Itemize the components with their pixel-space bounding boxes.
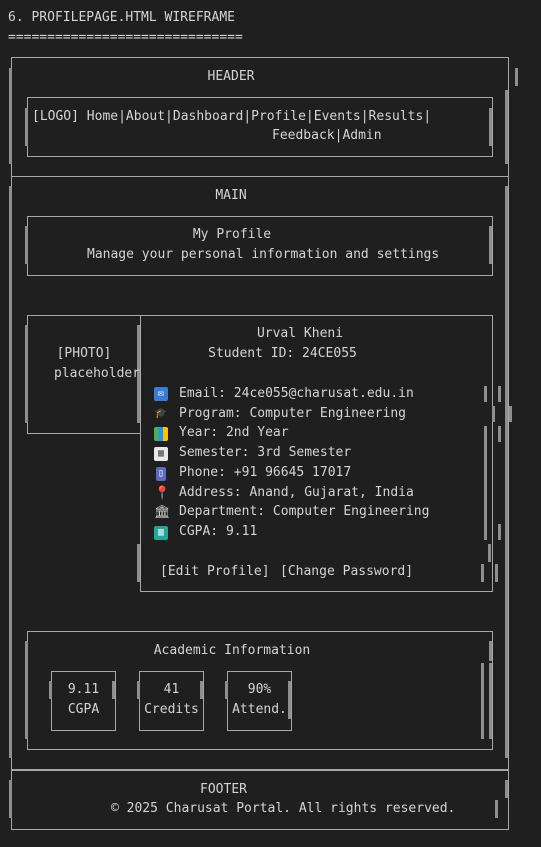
footer-label: FOOTER (200, 782, 247, 797)
edit-profile-button[interactable]: [Edit Profile] (160, 562, 270, 582)
stat-cgpa: 9.11 CGPA (51, 671, 116, 731)
stat-credits-value: 41 (163, 682, 180, 697)
footer-right-bar-1 (505, 780, 508, 798)
header-right-bar (515, 68, 518, 86)
calendar-icon: ▦ (154, 447, 168, 461)
nav-links-line-1[interactable]: [LOGO] Home|About|Dashboard|Profile|Even… (32, 107, 431, 127)
doc-title-underline: ============================== (8, 30, 243, 45)
academic-right-bar-4 (505, 740, 508, 758)
nav-bar (27, 97, 493, 157)
photo-label: [PHOTO] (56, 346, 112, 361)
doc-title: 6. PROFILEPAGE.HTML WIREFRAME (8, 10, 235, 25)
academic-right-bar-3 (489, 663, 492, 739)
stat-cgpa-right-bar (112, 681, 115, 699)
stat-cgpa-value: 9.11 (67, 682, 100, 697)
main-label: MAIN (215, 188, 247, 203)
heading-right-bar (489, 226, 492, 264)
header-right-bar-2 (505, 90, 508, 164)
books-icon (154, 427, 168, 441)
bar-chart-icon: ▥ (154, 526, 168, 540)
detail-program: Program: Computer Engineering (179, 406, 406, 421)
stat-cgpa-label: CGPA (67, 702, 100, 717)
stat-attendance-label: Attend. (232, 702, 287, 717)
page-title: My Profile (192, 227, 272, 242)
stat-cgpa-left-bar (49, 681, 52, 699)
detail-cgpa: CGPA: 9.11 (179, 524, 258, 539)
footer-copyright: © 2025 Charusat Portal. All rights reser… (111, 801, 456, 816)
stat-credits-label: Credits (144, 702, 199, 717)
details-bar-8 (488, 544, 491, 562)
detail-semester: Semester: 3rd Semester (179, 445, 352, 460)
detail-address: Address: Anand, Gujarat, India (179, 485, 414, 500)
details-bar-9 (481, 564, 484, 582)
main-right-bar (505, 186, 508, 758)
bank-building-icon: 🏛 (154, 505, 171, 520)
details-bar-5 (484, 426, 487, 540)
main-left-bar (9, 186, 12, 758)
page-subtitle: Manage your personal information and set… (87, 247, 440, 262)
academic-title: Academic Information (153, 643, 311, 658)
header-label: HEADER (207, 69, 255, 84)
detail-phone: Phone: +91 96645 17017 (179, 465, 352, 480)
details-bar-11 (137, 544, 140, 582)
graduation-cap-icon: 🎓 (154, 408, 168, 419)
email-icon: ✉ (154, 387, 168, 401)
details-bar-4 (509, 406, 512, 422)
change-password-button[interactable]: [Change Password] (280, 562, 413, 582)
details-bar-6 (498, 426, 501, 442)
student-id: Student ID: 24CE055 (208, 346, 357, 361)
detail-email: Email: 24ce055@charusat.edu.in (179, 386, 414, 401)
stat-credits-right-bar (200, 681, 203, 699)
phone-icon: ▯ (156, 467, 166, 481)
nav-right-bar (489, 108, 492, 146)
details-bar-2 (498, 386, 501, 402)
stat-attendance-left-bar (225, 681, 228, 699)
stat-attendance: 90% Attend. (227, 671, 292, 731)
location-pin-icon: 📍 (154, 486, 171, 501)
nav-left-bar (25, 108, 28, 146)
academic-right-bar-2 (481, 663, 484, 739)
stat-attendance-value: 90% (247, 682, 272, 697)
academic-right-bar-1 (489, 641, 492, 661)
details-bar-3 (492, 406, 495, 422)
detail-year: Year: 2nd Year (179, 425, 289, 440)
details-bar-10 (495, 564, 498, 582)
nav-links-line-2[interactable]: Feedback|Admin (272, 126, 382, 146)
stat-credits-left-bar (137, 681, 140, 699)
stat-attendance-right-bar (288, 681, 291, 719)
stat-credits: 41 Credits (139, 671, 204, 731)
footer-right-bar-2 (495, 800, 498, 818)
details-bar-1 (484, 386, 487, 402)
student-name: Urval Kheni (256, 326, 344, 341)
detail-department: Department: Computer Engineering (179, 504, 430, 519)
details-bar-7 (498, 524, 501, 540)
